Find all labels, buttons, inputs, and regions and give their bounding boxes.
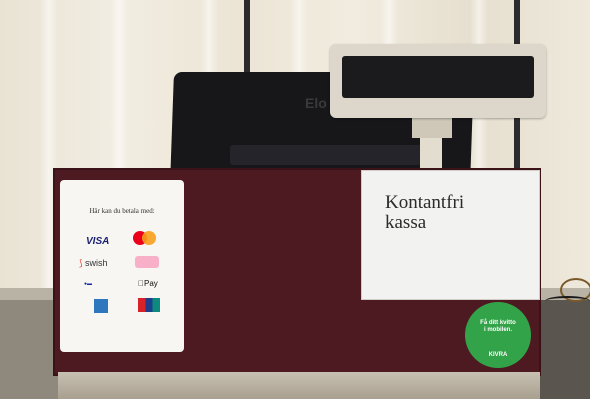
stone-base xyxy=(58,372,540,399)
counter-left xyxy=(0,300,60,399)
swish-logo: ⟆ swish xyxy=(79,258,108,268)
kivra-sticker-text: Få ditt kvitto i mobilen. xyxy=(465,320,531,334)
payment-sign-title: Här kan du betala med: xyxy=(89,207,155,215)
kivra-sticker xyxy=(465,302,531,368)
cashless-line-2: kassa xyxy=(385,212,427,233)
cashless-sign xyxy=(361,170,540,300)
cable xyxy=(545,296,590,306)
unionpay-logo xyxy=(138,298,160,312)
counter-right xyxy=(540,300,590,399)
cashless-sign-text: Kontantfri kassa xyxy=(385,193,525,233)
checkout-photo: Elo Här kan du betala med: VISA ⟆ swish … xyxy=(0,0,590,399)
monitor-brand: Elo xyxy=(305,95,327,111)
samsung-pay-logo: ●▬ xyxy=(84,281,93,287)
mastercard-logo xyxy=(133,231,159,245)
cashless-line-1: Kontantfri xyxy=(385,192,465,213)
customer-display-screen xyxy=(342,56,534,98)
klarna-logo xyxy=(135,256,159,268)
monitor-bezel xyxy=(230,145,430,165)
kivra-brand: KIVRA xyxy=(488,352,508,358)
amex-logo xyxy=(94,299,108,313)
kivra-line-1: Få ditt kvitto xyxy=(480,320,516,326)
kivra-line-2: i mobilen. xyxy=(483,327,512,333)
apple-pay-logo: Pay xyxy=(138,279,158,288)
customer-display-mount xyxy=(412,118,452,138)
visa-logo: VISA xyxy=(86,236,110,247)
